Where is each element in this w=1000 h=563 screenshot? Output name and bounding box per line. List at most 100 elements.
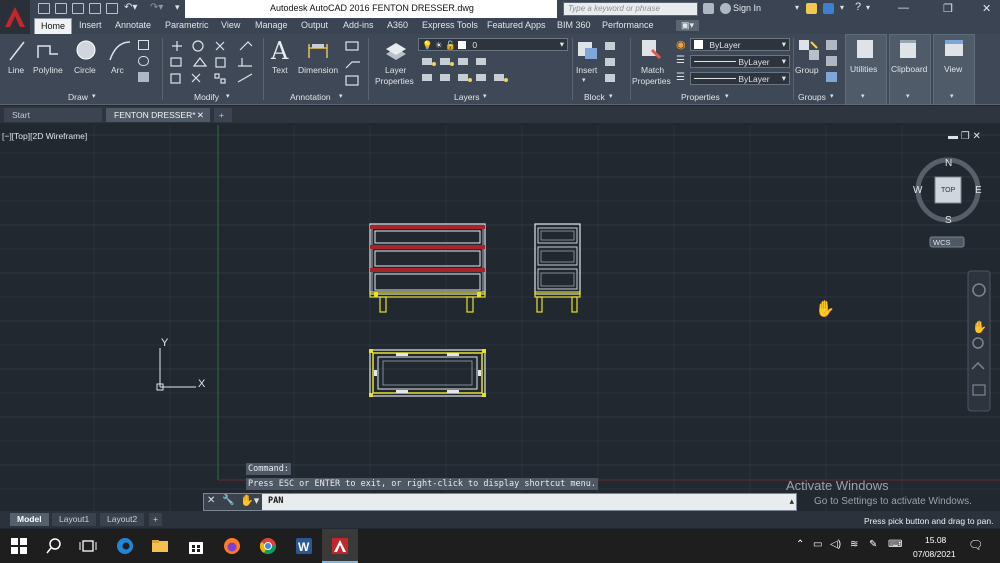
binoculars-icon[interactable] xyxy=(703,3,714,14)
layers-panel-title[interactable]: Layers xyxy=(454,92,480,102)
maximize-icon[interactable]: ❐ xyxy=(943,2,953,15)
tab-annotate[interactable]: Annotate xyxy=(115,20,151,30)
polyline-tool[interactable]: Polyline xyxy=(33,65,63,75)
help-dropdown-icon[interactable]: ▾ xyxy=(866,3,870,12)
match-properties-label-2[interactable]: Properties xyxy=(632,76,671,86)
current-layer-dropdown[interactable]: 💡 ☀ 🔓 0 ▾ xyxy=(418,38,568,51)
group-icon[interactable] xyxy=(797,38,821,62)
block-panel-dropdown-icon[interactable]: ▾ xyxy=(609,92,613,100)
lineweight-dropdown[interactable]: ByLayer ▾ xyxy=(690,72,790,85)
save-as-icon[interactable] xyxy=(89,3,101,14)
view-dropdown-icon[interactable]: ▾ xyxy=(950,92,954,100)
sign-in-button[interactable]: Sign In xyxy=(733,3,761,13)
word-icon[interactable]: W xyxy=(295,537,313,555)
tab-insert[interactable]: Insert xyxy=(79,20,102,30)
draw-panel-title[interactable]: Draw xyxy=(68,92,88,102)
layers-panel-dropdown-icon[interactable]: ▾ xyxy=(483,92,487,100)
draw-panel-dropdown-icon[interactable]: ▾ xyxy=(92,92,96,100)
tab-express-tools[interactable]: Express Tools xyxy=(422,20,478,30)
properties-panel-dropdown-icon[interactable]: ▾ xyxy=(725,92,729,100)
file-explorer-icon[interactable] xyxy=(151,537,169,555)
properties-panel-title[interactable]: Properties xyxy=(681,92,720,102)
dresser-plan-view[interactable] xyxy=(369,349,486,397)
match-properties-icon[interactable] xyxy=(640,38,664,62)
layer-properties-label-1[interactable]: Layer xyxy=(385,65,406,75)
tab-start[interactable]: Start xyxy=(4,108,102,122)
text-tool-icon[interactable]: A xyxy=(271,37,288,65)
a360-dropdown-icon[interactable]: ▾ xyxy=(840,3,844,12)
command-history-toggle-icon[interactable]: ▴ xyxy=(789,496,794,507)
layer-properties-label-2[interactable]: Properties xyxy=(375,76,414,86)
command-recent-icon[interactable]: ✋▾ xyxy=(240,494,259,507)
microsoft-store-icon[interactable] xyxy=(187,537,205,555)
new-tab-button[interactable]: + xyxy=(214,108,232,122)
tab-parametric[interactable]: Parametric xyxy=(165,20,209,30)
tab-featured-apps[interactable]: Featured Apps xyxy=(487,20,546,30)
arc-tool[interactable]: Arc xyxy=(111,65,124,75)
hatch-icon[interactable] xyxy=(138,56,149,66)
tab-performance[interactable]: Performance xyxy=(602,20,654,30)
tab-bim360[interactable]: BIM 360 xyxy=(557,20,591,30)
utilities-dropdown-icon[interactable]: ▾ xyxy=(861,92,865,100)
dimension-tool-icon[interactable] xyxy=(306,40,330,62)
firefox-icon[interactable] xyxy=(223,537,241,555)
clock-date[interactable]: 07/08/2021 xyxy=(913,549,956,559)
modify-panel-title[interactable]: Modify xyxy=(194,92,219,102)
groups-small-icons[interactable] xyxy=(825,38,839,88)
tab-fenton-dresser[interactable]: FENTON DRESSER* ✕ xyxy=(106,108,210,122)
save-icon[interactable] xyxy=(72,3,84,14)
layer-tool-icons[interactable] xyxy=(420,56,560,88)
compass-south[interactable]: S xyxy=(945,215,952,226)
groups-panel-title[interactable]: Groups xyxy=(798,92,826,102)
annotation-panel-dropdown-icon[interactable]: ▾ xyxy=(339,92,343,100)
group-button[interactable]: Group xyxy=(795,65,819,75)
tab-addins[interactable]: Add-ins xyxy=(343,20,374,30)
tab-a360[interactable]: A360 xyxy=(387,20,408,30)
redo-icon[interactable]: ↷▾ xyxy=(150,2,163,13)
tab-output[interactable]: Output xyxy=(301,20,328,30)
block-panel-title[interactable]: Block xyxy=(584,92,605,102)
ribbon-minimize-icon[interactable]: ▣▾ xyxy=(676,20,700,31)
match-properties-label-1[interactable]: Match xyxy=(641,65,664,75)
navigation-bar[interactable]: ✋ xyxy=(967,270,991,412)
block-small-icons[interactable] xyxy=(603,40,619,86)
application-menu-button[interactable] xyxy=(0,0,30,34)
signin-dropdown-icon[interactable]: ▾ xyxy=(795,3,799,12)
add-layout-button[interactable]: + xyxy=(149,513,162,526)
compass-north[interactable]: N xyxy=(945,158,952,169)
command-customize-icon[interactable]: 🔧 xyxy=(222,495,234,506)
open-file-icon[interactable] xyxy=(55,3,67,14)
keyboard-icon[interactable]: ⌨ xyxy=(888,539,902,550)
command-line-bar[interactable]: ✕ 🔧 ✋▾ PAN ▴ xyxy=(203,493,797,511)
qat-customize-icon[interactable]: ▾ xyxy=(175,2,180,13)
volume-icon[interactable]: ◁) xyxy=(830,539,841,550)
tab-home[interactable]: Home xyxy=(34,18,73,34)
ellipse-icon[interactable] xyxy=(138,72,149,82)
color-dropdown[interactable]: ByLayer ▾ xyxy=(690,38,790,51)
groups-panel-dropdown-icon[interactable]: ▾ xyxy=(830,92,834,100)
tab-layout1[interactable]: Layout1 xyxy=(52,513,97,526)
line-tool[interactable]: Line xyxy=(8,65,24,75)
task-view-icon[interactable] xyxy=(79,537,97,555)
new-file-icon[interactable] xyxy=(38,3,50,14)
search-input[interactable]: Type a keyword or phrase xyxy=(563,2,698,16)
notifications-icon[interactable]: 🗨 xyxy=(968,538,983,552)
plot-icon[interactable] xyxy=(106,3,118,14)
clipboard-dropdown-icon[interactable]: ▾ xyxy=(906,92,910,100)
undo-icon[interactable]: ↶▾ xyxy=(124,2,137,13)
dresser-side-view[interactable] xyxy=(534,223,581,313)
annotation-panel-title[interactable]: Annotation xyxy=(290,92,331,102)
viewcube-top-face[interactable]: TOP xyxy=(941,187,956,194)
dresser-front-view[interactable] xyxy=(369,223,486,313)
tab-model[interactable]: Model xyxy=(10,513,49,526)
modify-panel-dropdown-icon[interactable]: ▾ xyxy=(226,92,230,100)
compass-east[interactable]: E xyxy=(975,185,982,196)
layer-properties-icon[interactable] xyxy=(384,40,408,62)
windows-start-icon[interactable] xyxy=(10,537,28,555)
drawing-canvas[interactable]: Y X N S E W TOP WCS ✋ ✋ xyxy=(0,125,1000,511)
edge-browser-icon[interactable] xyxy=(116,537,134,555)
dimension-tool[interactable]: Dimension xyxy=(298,65,338,75)
viewport-window-controls[interactable]: ▬ ❐ ✕ xyxy=(948,131,981,142)
tab-view[interactable]: View xyxy=(221,20,240,30)
pen-icon[interactable]: ✎ xyxy=(869,539,877,550)
